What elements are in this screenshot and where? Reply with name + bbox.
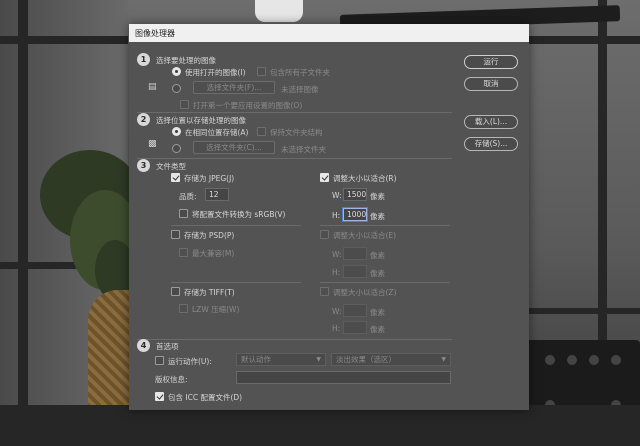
tiff-resize-label: 调整大小以适合(Z): [333, 288, 397, 297]
jpeg-height-unit: 像素: [370, 212, 385, 221]
jpeg-resize-label: 调整大小以适合(R): [333, 174, 397, 183]
quality-label: 品质:: [179, 192, 197, 201]
run-button[interactable]: 运行: [464, 55, 518, 69]
convert-srgb-label: 将配置文件转换为 sRGB(V): [192, 210, 286, 219]
jpeg-height-label: H:: [332, 211, 341, 220]
save-jpeg-checkbox[interactable]: [171, 173, 180, 182]
chevron-down-icon: ▼: [441, 356, 446, 363]
include-icc-label: 包含 ICC 配置文件(D): [168, 393, 243, 402]
same-location-radio[interactable]: [172, 127, 181, 136]
use-open-images-radio[interactable]: [172, 67, 181, 76]
section4-title: 首选项: [156, 342, 179, 351]
copyright-label: 版权信息:: [155, 375, 188, 384]
psd-width-unit: 像素: [370, 251, 385, 260]
chevron-down-icon: ▼: [316, 356, 321, 363]
psd-resize-checkbox[interactable]: [320, 230, 329, 239]
select-folder-radio[interactable]: [172, 84, 181, 93]
lzw-compression-checkbox[interactable]: [179, 304, 188, 313]
keep-folder-structure-checkbox[interactable]: [257, 127, 266, 136]
run-action-checkbox[interactable]: [155, 356, 164, 365]
psd-height-unit: 像素: [370, 269, 385, 278]
jpeg-width-input[interactable]: 1500: [343, 188, 367, 201]
action-select[interactable]: 淡出效果（选区） ▼: [331, 353, 451, 366]
quality-input[interactable]: 12: [205, 188, 229, 201]
maximize-compat-checkbox[interactable]: [179, 248, 188, 257]
same-location-label: 在相同位置存储(A): [185, 128, 249, 137]
save-tiff-checkbox[interactable]: [171, 287, 180, 296]
save-psd-checkbox[interactable]: [171, 230, 180, 239]
jpeg-width-unit: 像素: [370, 192, 385, 201]
section1-title: 选择要处理的图像: [156, 56, 216, 65]
section3-title: 文件类型: [156, 162, 186, 171]
step-number-4: 4: [137, 339, 150, 352]
tiff-resize-checkbox[interactable]: [320, 287, 329, 296]
run-action-label: 运行动作(U):: [168, 357, 212, 366]
lzw-compression-label: LZW 压缩(W): [192, 305, 240, 314]
load-button[interactable]: 载入(L)...: [464, 115, 518, 129]
save-jpeg-label: 存储为 JPEG(J): [184, 174, 235, 183]
psd-height-label: H:: [332, 268, 341, 277]
save-psd-label: 存储为 PSD(P): [184, 231, 235, 240]
no-folder-label: 未选择文件夹: [281, 145, 326, 154]
psd-resize-label: 调整大小以适合(E): [333, 231, 397, 240]
dialog-titlebar: 图像处理器: [129, 24, 529, 42]
include-icc-checkbox[interactable]: [155, 392, 164, 401]
tiff-width-input[interactable]: [343, 304, 367, 317]
psd-width-input[interactable]: [343, 247, 367, 260]
step-number-1: 1: [137, 53, 150, 66]
destination-folder-button[interactable]: 选择文件夹(C)...: [193, 141, 275, 154]
folder-destination-icon: ▩: [148, 139, 157, 149]
include-subfolders-label: 包含所有子文件夹: [270, 68, 330, 77]
open-first-image-label: 打开第一个要应用设置的图像(O): [193, 101, 303, 110]
tiff-height-input[interactable]: [343, 321, 367, 334]
keep-folder-structure-label: 保持文件夹结构: [270, 128, 323, 137]
tiff-width-unit: 像素: [370, 308, 385, 317]
cancel-button[interactable]: 取消: [464, 77, 518, 91]
include-subfolders-checkbox[interactable]: [257, 67, 266, 76]
open-first-image-checkbox[interactable]: [180, 100, 189, 109]
destination-folder-radio[interactable]: [172, 144, 181, 153]
jpeg-height-input[interactable]: 1000: [343, 208, 367, 221]
tiff-height-unit: 像素: [370, 325, 385, 334]
action-value: 淡出效果（选区）: [336, 355, 396, 364]
jpeg-width-label: W:: [332, 191, 342, 200]
tiff-height-label: H:: [332, 324, 341, 333]
maximize-compat-label: 最大兼容(M): [192, 249, 235, 258]
step-number-2: 2: [137, 113, 150, 126]
action-set-select[interactable]: 默认动作 ▼: [236, 353, 326, 366]
tiff-width-label: W:: [332, 307, 342, 316]
use-open-images-label: 使用打开的图像(I): [185, 68, 246, 77]
copyright-input[interactable]: [236, 371, 451, 384]
psd-width-label: W:: [332, 250, 342, 259]
action-set-value: 默认动作: [241, 355, 271, 364]
image-processor-dialog: 图像处理器 运行 取消 载入(L)... 存储(S)... 1 选择要处理的图像…: [129, 24, 529, 410]
save-tiff-label: 存储为 TIFF(T): [184, 288, 235, 297]
section2-title: 选择位置以存储处理的图像: [156, 116, 246, 125]
no-image-label: 未选择图像: [281, 85, 319, 94]
jpeg-resize-checkbox[interactable]: [320, 173, 329, 182]
select-folder-button[interactable]: 选择文件夹(F)...: [193, 81, 275, 94]
step-number-3: 3: [137, 159, 150, 172]
save-settings-button[interactable]: 存储(S)...: [464, 137, 518, 151]
dialog-title: 图像处理器: [135, 29, 175, 38]
psd-height-input[interactable]: [343, 265, 367, 278]
open-images-icon: ▤: [148, 82, 157, 92]
convert-srgb-checkbox[interactable]: [179, 209, 188, 218]
